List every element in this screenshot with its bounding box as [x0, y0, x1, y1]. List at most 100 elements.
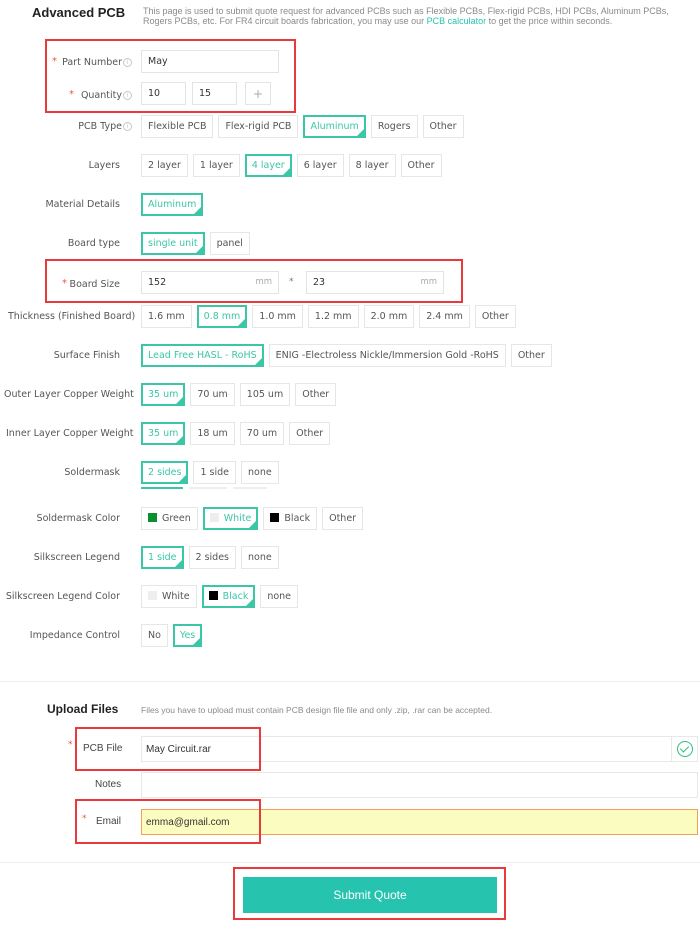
material-details-options: Aluminum	[141, 193, 204, 216]
soldermask-label: Soldermask	[64, 467, 120, 478]
layers-option-6[interactable]: 6 layer	[296, 154, 344, 177]
quantity-value-2: 15	[199, 88, 212, 99]
pcb-type-option-flexible[interactable]: Flexible PCB	[141, 115, 214, 138]
inner-copper-option-70[interactable]: 70 um	[239, 422, 285, 445]
board-width-unit: mm	[255, 277, 272, 287]
required-marker: *	[82, 814, 87, 824]
board-type-options: single unit panel	[141, 232, 250, 255]
thickness-option-2-4[interactable]: 2.4 mm	[419, 305, 470, 328]
section-divider	[0, 862, 700, 863]
required-marker: *	[69, 89, 74, 100]
green-swatch-icon	[148, 513, 157, 522]
quantity-input-1[interactable]: 10	[141, 82, 186, 105]
soldermask-color-option-other[interactable]: Other	[322, 507, 364, 530]
surface-option-enig[interactable]: ENIG -Electroless Nickle/Immersion Gold …	[268, 344, 506, 367]
intro-text-after: to get the price within seconds.	[486, 16, 613, 26]
option-label: White	[223, 513, 252, 524]
thickness-option-1-2[interactable]: 1.2 mm	[307, 305, 359, 328]
required-marker: *	[62, 278, 67, 289]
email-input[interactable]: emma@gmail.com	[141, 809, 698, 835]
soldermask-option-none[interactable]: none	[241, 461, 279, 484]
section-title-upload-files: Upload Files	[47, 702, 119, 716]
thickness-option-1-0[interactable]: 1.0 mm	[252, 305, 303, 328]
pcb-type-option-aluminum[interactable]: Aluminum	[303, 115, 366, 138]
silkscreen-label: Silkscreen Legend	[33, 552, 120, 563]
pcb-calculator-link[interactable]: PCB calculator	[427, 16, 487, 26]
layers-option-1[interactable]: 1 layer	[192, 154, 240, 177]
surface-option-other[interactable]: Other	[510, 344, 552, 367]
pcb-type-option-flex-rigid[interactable]: Flex-rigid PCB	[218, 115, 299, 138]
silkscreen-color-option-none[interactable]: none	[260, 585, 299, 608]
board-height-input[interactable]: 23 mm	[306, 271, 444, 294]
submit-quote-button[interactable]: Submit Quote	[243, 877, 497, 913]
outer-copper-label: Outer Layer Copper Weight	[4, 389, 134, 400]
email-value: emma@gmail.com	[146, 817, 230, 828]
soldermask-color-option-black[interactable]: Black	[263, 507, 318, 530]
soldermask-underline-selected	[141, 487, 183, 489]
inner-copper-option-other[interactable]: Other	[289, 422, 331, 445]
thickness-option-other[interactable]: Other	[474, 305, 516, 328]
quantity-input-2[interactable]: 15	[192, 82, 237, 105]
thickness-options: 1.6 mm 0.8 mm 1.0 mm 1.2 mm 2.0 mm 2.4 m…	[141, 305, 516, 328]
black-swatch-icon	[208, 591, 218, 600]
layers-option-2[interactable]: 2 layer	[141, 154, 188, 177]
board-size-label: Board Size	[69, 279, 120, 290]
pcb-type-option-other[interactable]: Other	[422, 115, 464, 138]
layers-option-other[interactable]: Other	[400, 154, 442, 177]
pcb-type-option-rogers[interactable]: Rogers	[370, 115, 418, 138]
layers-option-4[interactable]: 4 layer	[244, 154, 292, 177]
soldermask-color-option-white[interactable]: White	[202, 507, 259, 530]
silkscreen-color-option-black[interactable]: Black	[201, 585, 256, 608]
file-status	[671, 737, 697, 761]
pcb-type-label: PCB Type i	[78, 121, 132, 132]
soldermask-option-1-side[interactable]: 1 side	[193, 461, 237, 484]
silkscreen-option-none[interactable]: none	[241, 546, 279, 569]
pcb-file-input[interactable]: May Circuit.rar	[141, 736, 698, 762]
soldermask-option-2-sides[interactable]: 2 sides	[141, 461, 189, 484]
board-width-input[interactable]: 152 mm	[141, 271, 279, 294]
plus-icon: +	[252, 87, 264, 101]
info-icon[interactable]: i	[123, 91, 132, 100]
soldermask-color-option-green[interactable]: Green	[141, 507, 198, 530]
silkscreen-option-2-sides[interactable]: 2 sides	[188, 546, 237, 569]
outer-copper-options: 35 um 70 um 105 um Other	[141, 383, 337, 406]
info-icon[interactable]: i	[123, 122, 132, 131]
notes-input[interactable]	[141, 772, 698, 798]
soldermask-color-options: Green White Black Other	[141, 507, 364, 530]
intro-text: This page is used to submit quote reques…	[143, 6, 695, 26]
board-type-label: Board type	[67, 238, 120, 249]
option-label: Black	[284, 513, 311, 524]
info-icon[interactable]: i	[123, 58, 132, 67]
check-circle-icon	[677, 741, 693, 757]
impedance-option-no[interactable]: No	[141, 624, 168, 647]
surface-option-hasl[interactable]: Lead Free HASL - RoHS	[141, 344, 264, 367]
white-swatch-icon	[148, 591, 157, 600]
notes-label: Notes	[95, 779, 122, 790]
silkscreen-color-option-white[interactable]: White	[141, 585, 197, 608]
outer-copper-option-other[interactable]: Other	[295, 383, 337, 406]
board-type-option-single[interactable]: single unit	[141, 232, 205, 255]
inner-copper-option-35[interactable]: 35 um	[141, 422, 186, 445]
pcb-type-options: Flexible PCB Flex-rigid PCB Aluminum Rog…	[141, 115, 464, 138]
outer-copper-option-105[interactable]: 105 um	[239, 383, 291, 406]
silkscreen-option-1-side[interactable]: 1 side	[141, 546, 184, 569]
thickness-option-2-0[interactable]: 2.0 mm	[363, 305, 415, 328]
thickness-option-0-8[interactable]: 0.8 mm	[196, 305, 248, 328]
outer-copper-option-70[interactable]: 70 um	[190, 383, 235, 406]
white-swatch-icon	[209, 513, 219, 522]
pcb-file-label: PCB File	[83, 743, 123, 754]
material-option-aluminum[interactable]: Aluminum	[141, 193, 204, 216]
material-details-label: Material Details	[45, 199, 120, 210]
outer-copper-option-35[interactable]: 35 um	[141, 383, 186, 406]
layers-option-8[interactable]: 8 layer	[348, 154, 396, 177]
section-divider	[0, 681, 700, 682]
thickness-option-1-6[interactable]: 1.6 mm	[141, 305, 192, 328]
layers-label: Layers	[88, 160, 120, 171]
impedance-option-yes[interactable]: Yes	[172, 624, 203, 647]
soldermask-underline	[189, 487, 227, 489]
layers-options: 2 layer 1 layer 4 layer 6 layer 8 layer …	[141, 154, 442, 177]
part-number-input[interactable]: May	[141, 50, 279, 73]
inner-copper-option-18[interactable]: 18 um	[190, 422, 235, 445]
board-type-option-panel[interactable]: panel	[209, 232, 250, 255]
add-quantity-button[interactable]: +	[245, 82, 271, 105]
